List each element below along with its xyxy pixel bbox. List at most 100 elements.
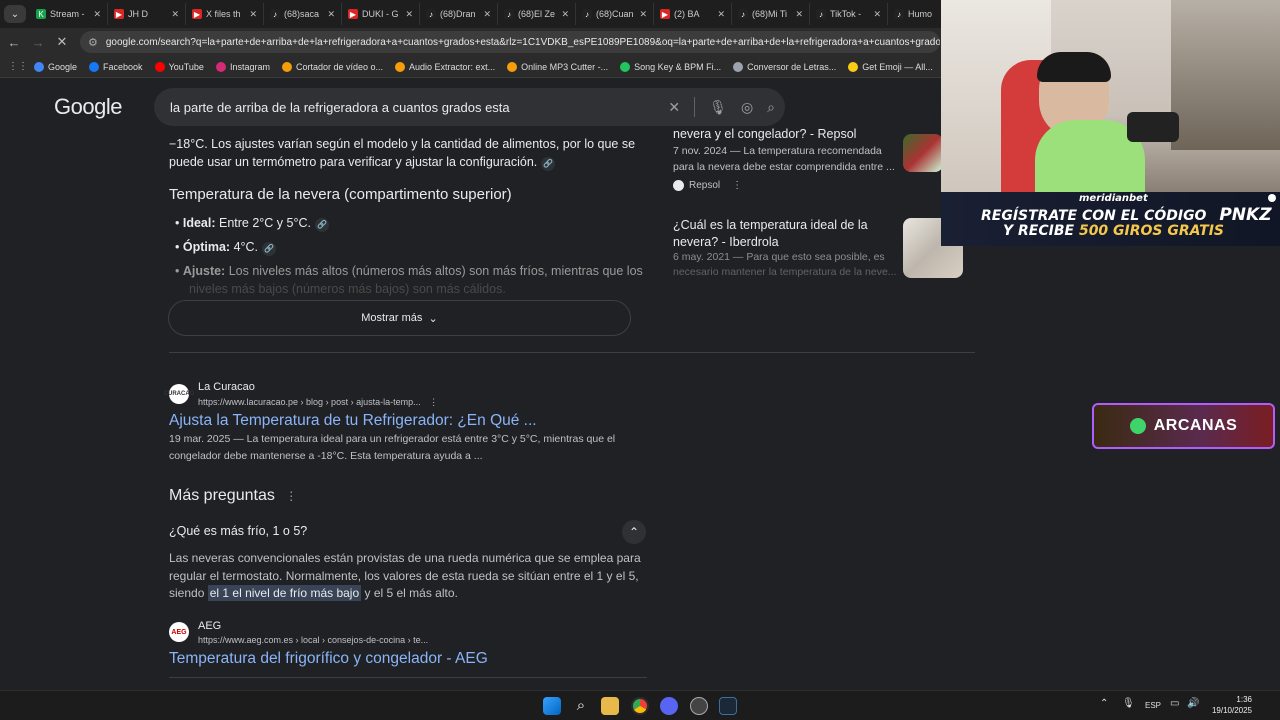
close-icon[interactable]: ✕ bbox=[561, 9, 569, 20]
browser-tab[interactable]: ♪ TikTok - ✕ bbox=[810, 3, 888, 25]
search-icon[interactable]: ⌕ bbox=[767, 99, 775, 116]
browser-tab[interactable]: ▶ JH D ✕ bbox=[108, 3, 186, 25]
more-options-icon[interactable]: ⋮ bbox=[429, 397, 438, 407]
bookmark-item[interactable]: Get Emoji — All... bbox=[848, 61, 933, 72]
close-icon[interactable]: ✕ bbox=[795, 9, 803, 20]
lacuracao-icon: CURACAO bbox=[164, 384, 194, 404]
address-bar[interactable]: ⚙ google.com/search?q=la+parte+de+arriba… bbox=[80, 31, 940, 53]
search-input[interactable]: la parte de arriba de la refrigeradora a… bbox=[154, 88, 785, 126]
clock[interactable]: 1:36 19/10/2025 bbox=[1212, 694, 1252, 716]
show-more-button[interactable]: Mostrar más ⌄ bbox=[168, 300, 631, 336]
search-query: la parte de arriba de la refrigeradora a… bbox=[170, 99, 510, 115]
site-info-icon[interactable]: ⚙ bbox=[88, 36, 98, 49]
result-2-url[interactable]: https://www.aeg.com.es › local › consejo… bbox=[198, 632, 428, 649]
bookmark-favicon-icon bbox=[620, 61, 631, 72]
close-icon[interactable]: ✕ bbox=[93, 9, 101, 20]
link-icon[interactable]: 🔗 bbox=[262, 242, 277, 256]
paa-question[interactable]: ¿Qué es más frío, 1 o 5? bbox=[169, 523, 307, 540]
network-icon[interactable]: ▭ bbox=[1170, 698, 1179, 709]
bookmark-item[interactable]: Song Key & BPM Fi... bbox=[620, 61, 721, 72]
tab-favicon-icon: ♪ bbox=[816, 9, 826, 19]
link-icon[interactable]: 🔗 bbox=[541, 157, 556, 171]
bookmark-item[interactable]: Audio Extractor: ext... bbox=[395, 61, 496, 72]
result-1-snippet-2: congelador debe mantenerse a -18°C. Esta… bbox=[169, 450, 483, 462]
search-icon[interactable]: ⌕ bbox=[572, 697, 590, 715]
browser-tab[interactable]: ♪ (68)saca ✕ bbox=[264, 3, 342, 25]
bookmark-label: Audio Extractor: ext... bbox=[409, 61, 496, 72]
browser-tab[interactable]: ♪ (68)Dran ✕ bbox=[420, 3, 498, 25]
tab-label: Stream - bbox=[50, 9, 85, 19]
discord-icon[interactable] bbox=[660, 697, 678, 715]
bookmark-item[interactable]: Conversor de Letras... bbox=[733, 61, 837, 72]
browser-tab[interactable]: ▶ X files th ✕ bbox=[186, 3, 264, 25]
side-result-1-source[interactable]: Repsol ⋮ bbox=[673, 180, 742, 191]
chevron-up-icon[interactable]: ⌃ bbox=[1100, 698, 1108, 709]
browser-tab[interactable]: K Stream - ✕ bbox=[30, 3, 108, 25]
bookmark-item[interactable]: Online MP3 Cutter -... bbox=[507, 61, 609, 72]
browser-tab[interactable]: ♪ (68)Mi Ti ✕ bbox=[732, 3, 810, 25]
steam-icon[interactable] bbox=[719, 697, 737, 715]
bookmark-label: Online MP3 Cutter -... bbox=[521, 61, 609, 72]
close-icon[interactable]: ✕ bbox=[717, 9, 725, 20]
lens-icon[interactable]: ◎ bbox=[741, 99, 753, 116]
browser-tab[interactable]: ♪ (68)Cuan ✕ bbox=[576, 3, 654, 25]
mic-tray-icon[interactable]: 🎙 bbox=[1122, 698, 1135, 709]
paa-answer-3: siendo el 1 el nivel de frío más bajo y … bbox=[169, 585, 458, 601]
stop-loading-button[interactable]: ✕ bbox=[50, 30, 74, 54]
arcanas-badge: ARCANAS bbox=[1092, 403, 1275, 449]
close-icon[interactable]: ✕ bbox=[873, 9, 881, 20]
chevron-up-icon[interactable]: ⌃ bbox=[622, 520, 646, 544]
more-options-icon[interactable]: ⋮ bbox=[285, 489, 297, 503]
microphone-icon[interactable]: 🎙 bbox=[709, 99, 727, 116]
bookmark-label: Google bbox=[48, 61, 78, 72]
browser-tab[interactable]: ▶ DUKI - G ✕ bbox=[342, 3, 420, 25]
side-result-2-title[interactable]: ¿Cuál es la temperatura ideal de la never… bbox=[673, 217, 868, 251]
close-icon[interactable]: ✕ bbox=[483, 9, 491, 20]
file-explorer-icon[interactable] bbox=[601, 697, 619, 715]
more-options-icon[interactable]: ⋮ bbox=[732, 180, 742, 191]
close-icon[interactable]: ✕ bbox=[171, 9, 179, 20]
tab-favicon-icon: ♪ bbox=[426, 9, 436, 19]
result-1-title[interactable]: Ajusta la Temperatura de tu Refrigerador… bbox=[169, 411, 537, 431]
tab-search-button[interactable]: ⌄ bbox=[4, 5, 26, 23]
bookmark-label: Conversor de Letras... bbox=[747, 61, 837, 72]
browser-tab[interactable]: ♪ (68)El Ze ✕ bbox=[498, 3, 576, 25]
tab-label: (68)Dran bbox=[440, 9, 476, 19]
tab-label: (68)saca bbox=[284, 9, 320, 19]
tab-label: (68)El Ze bbox=[518, 9, 556, 19]
bookmark-favicon-icon bbox=[34, 61, 44, 72]
bookmark-item[interactable]: Facebook bbox=[89, 61, 143, 72]
result-1-url[interactable]: https://www.lacuracao.pe › blog › post ›… bbox=[198, 394, 438, 411]
bookmark-item[interactable]: YouTube bbox=[154, 61, 204, 72]
promo-banner: meridianbet REGÍSTRATE CON EL CÓDIGO PNK… bbox=[941, 192, 1280, 246]
clear-icon[interactable]: ✕ bbox=[668, 99, 680, 116]
answer-heading: Temperatura de la nevera (compartimento … bbox=[169, 186, 512, 203]
side-result-1-title[interactable]: nevera y el congelador? - Repsol bbox=[673, 126, 856, 143]
paa-heading: Más preguntas ⋮ bbox=[169, 487, 298, 504]
bookmark-favicon-icon bbox=[733, 61, 744, 72]
close-icon[interactable]: ✕ bbox=[249, 9, 257, 20]
browser-tab[interactable]: ▶ (2) BA ✕ bbox=[654, 3, 732, 25]
language-indicator[interactable]: ESP bbox=[1145, 701, 1161, 710]
result-2-title[interactable]: Temperatura del frigorífico y congelador… bbox=[169, 649, 488, 669]
google-logo[interactable]: Google bbox=[54, 94, 122, 120]
chrome-icon[interactable] bbox=[631, 697, 649, 715]
promo-line-2: Y RECIBE 500 GIROS GRATIS bbox=[1003, 223, 1224, 239]
close-icon[interactable]: ✕ bbox=[327, 9, 335, 20]
close-icon[interactable]: ✕ bbox=[405, 9, 413, 20]
forward-button[interactable]: → bbox=[26, 30, 50, 54]
bookmark-item[interactable]: Google bbox=[34, 61, 78, 72]
apps-icon[interactable]: ⋮⋮ bbox=[8, 61, 28, 72]
obs-icon[interactable] bbox=[690, 697, 708, 715]
windows-start-icon[interactable] bbox=[543, 697, 561, 715]
bookmark-item[interactable]: Cortador de vídeo o... bbox=[281, 61, 383, 72]
volume-icon[interactable]: 🔊 bbox=[1187, 698, 1199, 709]
bullet-ajuste: • Ajuste: Los niveles más altos (números… bbox=[175, 264, 643, 278]
answer-line: −18°C. Los ajustes varían según el model… bbox=[169, 137, 636, 151]
bookmark-item[interactable]: Instagram bbox=[215, 61, 270, 72]
back-button[interactable]: ← bbox=[2, 30, 26, 54]
side-result-1-thumbnail[interactable] bbox=[903, 134, 943, 172]
window bbox=[1171, 0, 1280, 150]
link-icon[interactable]: 🔗 bbox=[314, 218, 329, 232]
close-icon[interactable]: ✕ bbox=[639, 9, 647, 20]
